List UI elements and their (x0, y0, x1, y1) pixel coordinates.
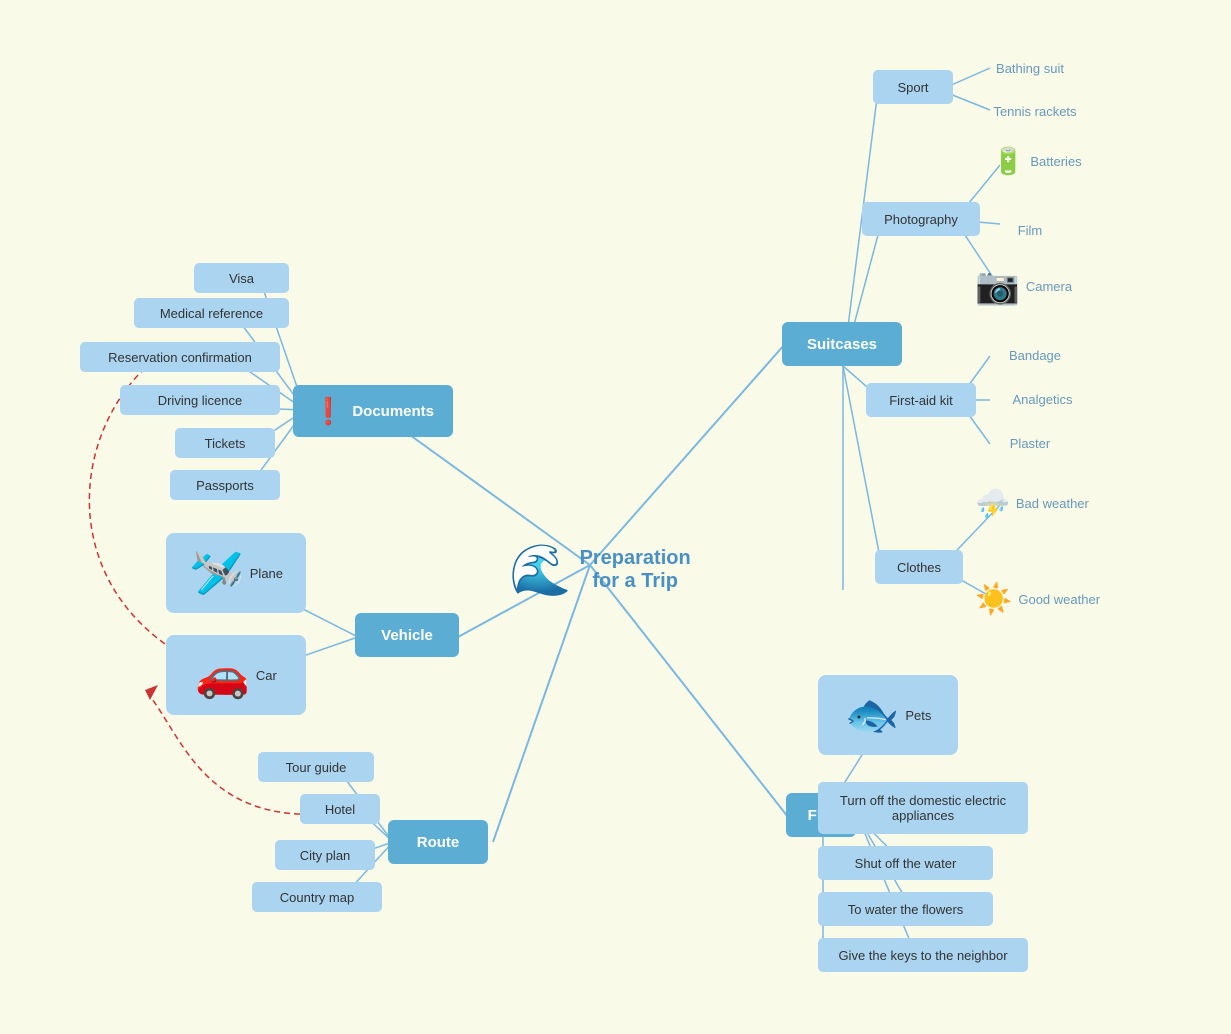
doc-medical: Medical reference (134, 298, 289, 328)
photo-batteries: 🔋 Batteries (992, 146, 1082, 177)
photo-camera: 📷 Camera (975, 265, 1072, 307)
doc-reservation: Reservation confirmation (80, 342, 280, 372)
center-label: Preparation for a Trip (580, 547, 691, 593)
sport-tennis: Tennis rackets (965, 96, 1105, 126)
vehicle-node: Vehicle (355, 613, 459, 657)
documents-node: ❗ Documents (293, 385, 453, 437)
photo-film: Film (990, 215, 1070, 245)
doc-tickets: Tickets (175, 428, 275, 458)
clothes-badweather: ⛈️ Bad weather (975, 487, 1089, 520)
firstaid-plaster: Plaster (990, 428, 1070, 458)
suitcases-node: Suitcases (782, 322, 902, 366)
sport-bathing: Bathing suit (965, 53, 1095, 83)
route-hotel: Hotel (300, 794, 380, 824)
documents-label: Documents (352, 403, 434, 420)
flat-givekeys: Give the keys to the neighbor (818, 938, 1028, 972)
flat-waterflowers: To water the flowers (818, 892, 993, 926)
route-tourguide: Tour guide (258, 752, 374, 782)
firstaid-analgetics: Analgetics (990, 384, 1095, 414)
sport-node: Sport (873, 70, 953, 104)
flat-shutwater: Shut off the water (818, 846, 993, 880)
photography-node: Photography (862, 202, 980, 236)
clothes-node: Clothes (875, 550, 963, 584)
doc-passports: Passports (170, 470, 280, 500)
firstaid-node: First-aid kit (866, 383, 976, 417)
doc-visa: Visa (194, 263, 289, 293)
doc-driving: Driving licence (120, 385, 280, 415)
clothes-goodweather: ☀️ Good weather (975, 582, 1100, 617)
route-node: Route (388, 820, 488, 864)
route-countrymap: Country map (252, 882, 382, 912)
firstaid-bandage: Bandage (990, 340, 1080, 370)
pets-node: 🐟 Pets (818, 675, 958, 755)
route-cityplan: City plan (275, 840, 375, 870)
car-node: 🚗 Car (166, 635, 306, 715)
plane-node: 🛩️ Plane (166, 533, 306, 613)
flat-electric: Turn off the domestic electric appliance… (818, 782, 1028, 834)
center-node: 🌊 Preparation for a Trip (510, 530, 690, 610)
